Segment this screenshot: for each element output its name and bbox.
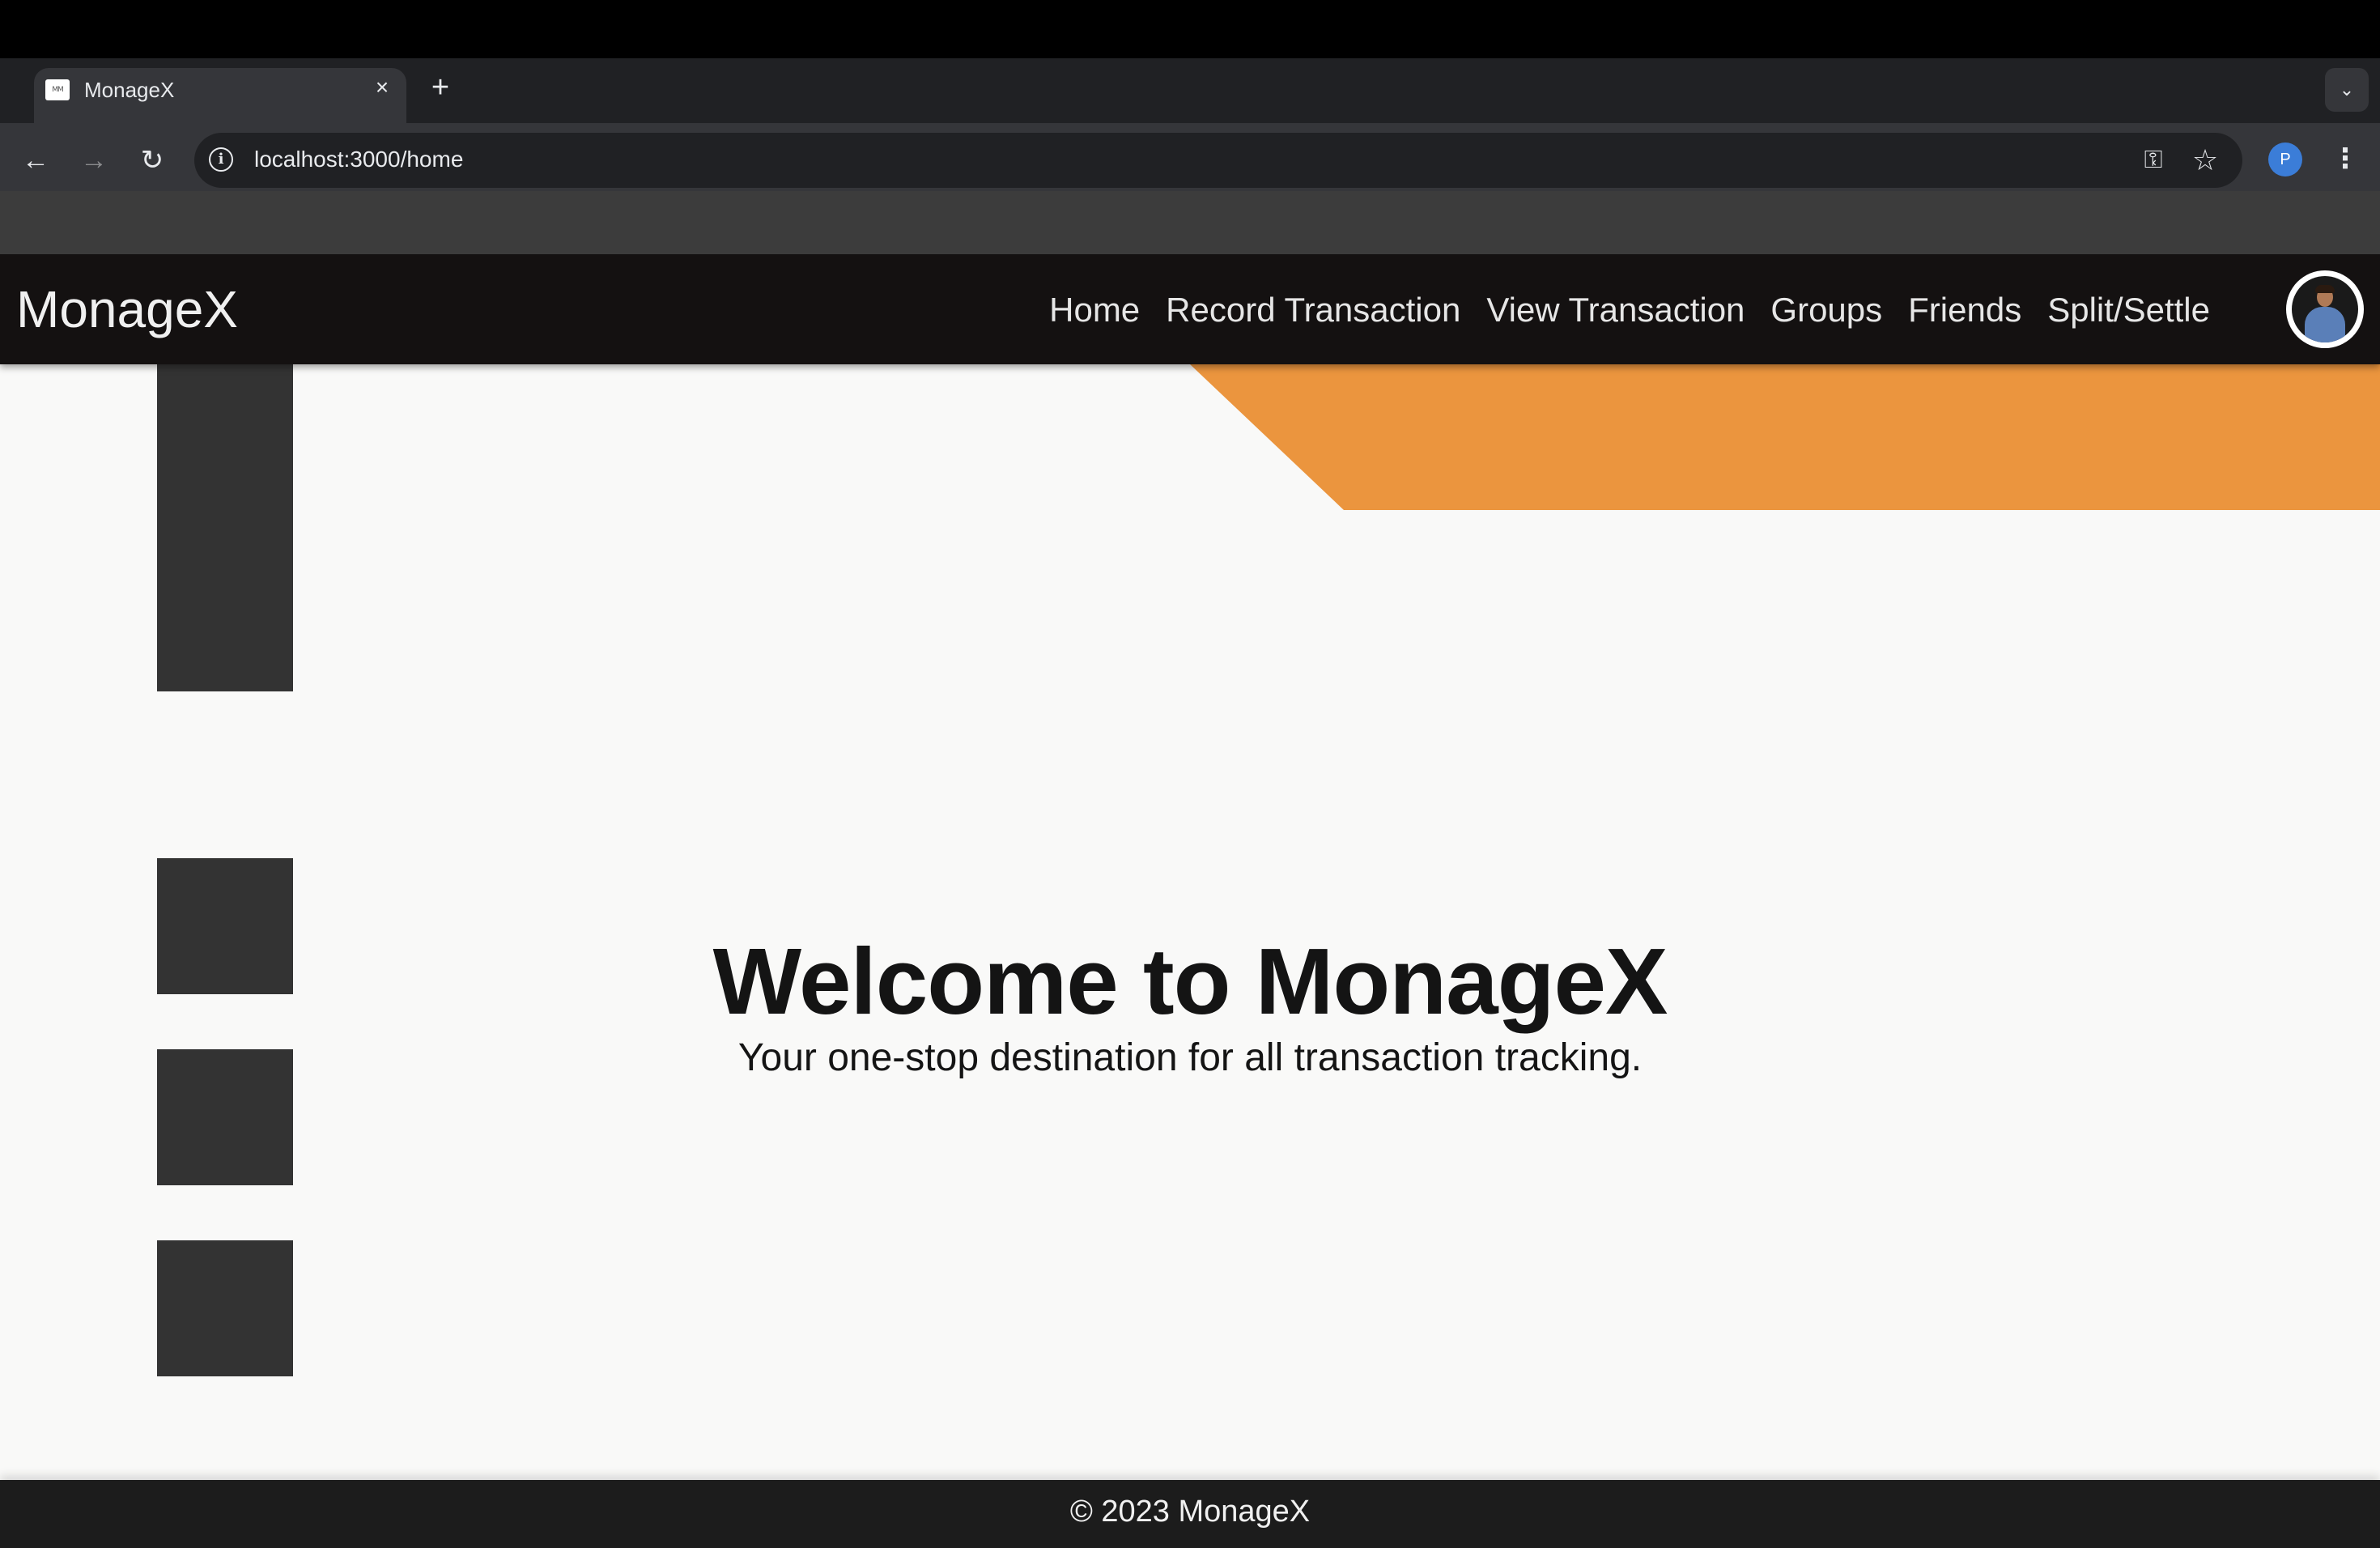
kebab-menu-icon[interactable]: ⋮	[2331, 142, 2359, 176]
chevron-down-icon[interactable]: ⌄	[2325, 68, 2369, 112]
arrow-left-icon[interactable]: ←	[19, 144, 52, 176]
nav-link-groups[interactable]: Groups	[1770, 290, 1882, 330]
tab-title: MonageX	[84, 78, 175, 102]
tab-favicon-icon: MM	[45, 79, 70, 100]
address-bar[interactable]	[194, 133, 2242, 188]
arrow-right-icon[interactable]: →	[78, 144, 110, 176]
nav-link-record-transaction[interactable]: Record Transaction	[1166, 290, 1460, 330]
brand-logo[interactable]: MonageX	[16, 280, 238, 338]
url-text[interactable]: localhost:3000/home	[254, 146, 463, 173]
site-navbar: MonageX Home Record Transaction View Tra…	[0, 254, 2380, 364]
star-icon[interactable]: ☆	[2189, 144, 2221, 176]
close-icon[interactable]: ×	[369, 74, 395, 100]
nav-link-view-transaction[interactable]: View Transaction	[1486, 290, 1745, 330]
key-icon[interactable]: ⚿	[2137, 146, 2170, 175]
nav-link-split-settle[interactable]: Split/Settle	[2047, 290, 2210, 330]
reload-icon[interactable]: ↻	[136, 144, 168, 176]
screen-top-bar	[0, 0, 2380, 58]
bookmarks-bar	[0, 191, 2380, 254]
avatar-photo	[2292, 276, 2358, 342]
page-viewport: MonageX Home Record Transaction View Tra…	[0, 254, 2380, 1548]
hero-subtitle: Your one-stop destination for all transa…	[737, 1036, 1643, 1079]
user-avatar[interactable]	[2286, 270, 2364, 348]
avatar-body	[2305, 307, 2345, 342]
profile-avatar[interactable]: P	[2268, 142, 2302, 176]
decorative-bar	[157, 364, 293, 691]
orange-accent-banner	[1190, 364, 2380, 510]
nav-links: Home Record Transaction View Transaction…	[1049, 290, 2210, 330]
plus-icon[interactable]: +	[426, 72, 455, 103]
decorative-square	[157, 1240, 293, 1376]
nav-link-home[interactable]: Home	[1049, 290, 1140, 330]
nav-link-friends[interactable]: Friends	[1908, 290, 2021, 330]
info-icon[interactable]: i	[209, 147, 233, 172]
avatar-hair	[2315, 285, 2335, 293]
hero-title: Welcome to MonageX	[712, 929, 1668, 1034]
footer-copyright: © 2023 MonageX	[1069, 1495, 1311, 1529]
site-footer: © 2023 MonageX	[0, 1480, 2380, 1548]
